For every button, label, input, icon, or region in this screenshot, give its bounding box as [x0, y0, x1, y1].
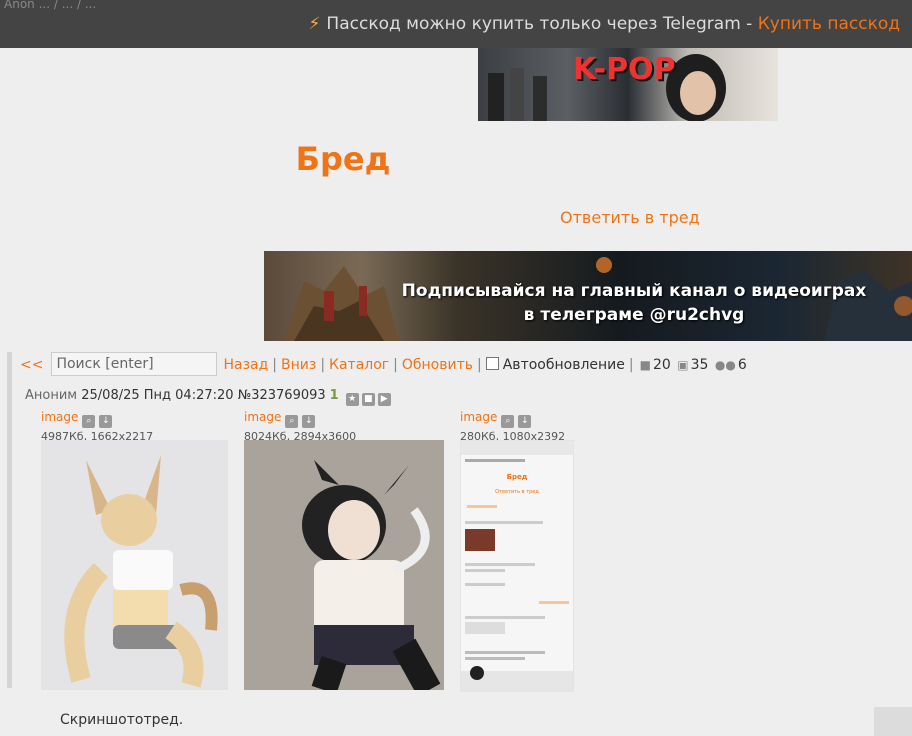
passcode-message: ⚡ Пасскод можно купить только через Teleg…: [308, 0, 900, 48]
reply-count[interactable]: 1: [330, 388, 339, 403]
file-name-link[interactable]: image: [244, 410, 281, 424]
separator: |: [628, 357, 634, 373]
search-icon[interactable]: ⌕: [501, 415, 515, 428]
post-message: Скриншототред.: [60, 712, 184, 728]
catgirl-art: [302, 460, 441, 690]
file-name-link[interactable]: image: [460, 410, 497, 424]
banner-line-1: Подписывайся на главный канал о видеоигр…: [401, 281, 867, 301]
hide-icon[interactable]: ■: [361, 393, 375, 406]
refresh-link[interactable]: Обновить: [402, 357, 473, 373]
separator: |: [477, 357, 482, 373]
scroll-up-button[interactable]: [874, 707, 912, 736]
star-icon[interactable]: ★: [345, 393, 359, 406]
file-name-link[interactable]: image: [41, 410, 78, 424]
separator: |: [272, 357, 277, 373]
file-thumbnail[interactable]: [41, 440, 228, 690]
autoupdate-label: Автообновление: [502, 357, 625, 373]
passcode-bar: Anon ... / ... / ... ⚡ Пасскод можно купи…: [0, 0, 912, 48]
posts-count: 20: [652, 357, 671, 373]
download-icon[interactable]: ↓: [99, 415, 113, 428]
lightning-icon: ⚡: [308, 14, 321, 34]
thread-rail: [7, 352, 12, 688]
kpop-banner-text: K-POP: [573, 52, 676, 87]
post-date: 25/08/25 Пнд 04:27:20: [81, 388, 234, 403]
post-file: image ⌕ ↓ 8024Кб, 2894x3600: [244, 409, 444, 690]
fox-art: [64, 455, 218, 688]
telegram-ad-banner[interactable]: Подписывайся на главный канал о видеоигр…: [264, 251, 912, 341]
download-icon[interactable]: ↓: [302, 415, 316, 428]
post-author: Аноним: [25, 388, 78, 403]
file-thumbnail[interactable]: Бред Ответить в тред: [460, 440, 574, 692]
breadcrumb: Anon ... / ... / ...: [4, 0, 97, 11]
back-arrows-link[interactable]: <<: [20, 357, 43, 373]
post-header: Аноним 25/08/25 Пнд 04:27:20 №323769093 1…: [25, 388, 391, 406]
posts-icon: ■: [639, 358, 651, 372]
images-count: 35: [690, 357, 709, 373]
separator: |: [393, 357, 398, 373]
post-file: image ⌕ ↓ 280Кб, 1080x2392 Бред Ответить в…: [460, 409, 575, 692]
nav-down-link[interactable]: Вниз: [281, 357, 316, 373]
posters-count: 6: [737, 357, 747, 373]
nav-back-link[interactable]: Назад: [223, 357, 268, 373]
banner-line-2: в телеграме @ru2chvg: [523, 305, 745, 325]
separator: |: [320, 357, 326, 373]
post-file: image ⌕ ↓ 4987Кб, 1662x2217: [41, 409, 231, 690]
thumb-reply: Ответить в тред: [495, 489, 539, 495]
thread-toolbar: << Поиск [enter] Назад | Вниз | Каталог | Обнови…: [20, 352, 900, 378]
play-icon[interactable]: ▶: [377, 393, 391, 406]
passcode-text: Пасскод можно купить только через Telegr…: [326, 14, 753, 34]
search-input[interactable]: Поиск [enter]: [51, 352, 218, 376]
thumb-title: Бред: [506, 473, 528, 481]
search-icon[interactable]: ⌕: [82, 415, 96, 428]
search-icon[interactable]: ⌕: [285, 415, 299, 428]
posters-icon: ●●: [714, 358, 736, 372]
buy-passcode-link[interactable]: Купить пасскод: [758, 14, 900, 34]
nav-catalog-link[interactable]: Каталог: [329, 357, 389, 373]
kpop-banner[interactable]: K-POP: [478, 48, 778, 121]
autoupdate-checkbox[interactable]: [485, 357, 499, 370]
reply-thread-link[interactable]: Ответить в тред: [560, 208, 700, 227]
post-number[interactable]: №323769093: [238, 388, 326, 403]
images-icon: ▣: [677, 358, 689, 372]
board-title: Бред: [295, 140, 391, 178]
file-thumbnail[interactable]: [244, 440, 444, 690]
download-icon[interactable]: ↓: [518, 415, 532, 428]
